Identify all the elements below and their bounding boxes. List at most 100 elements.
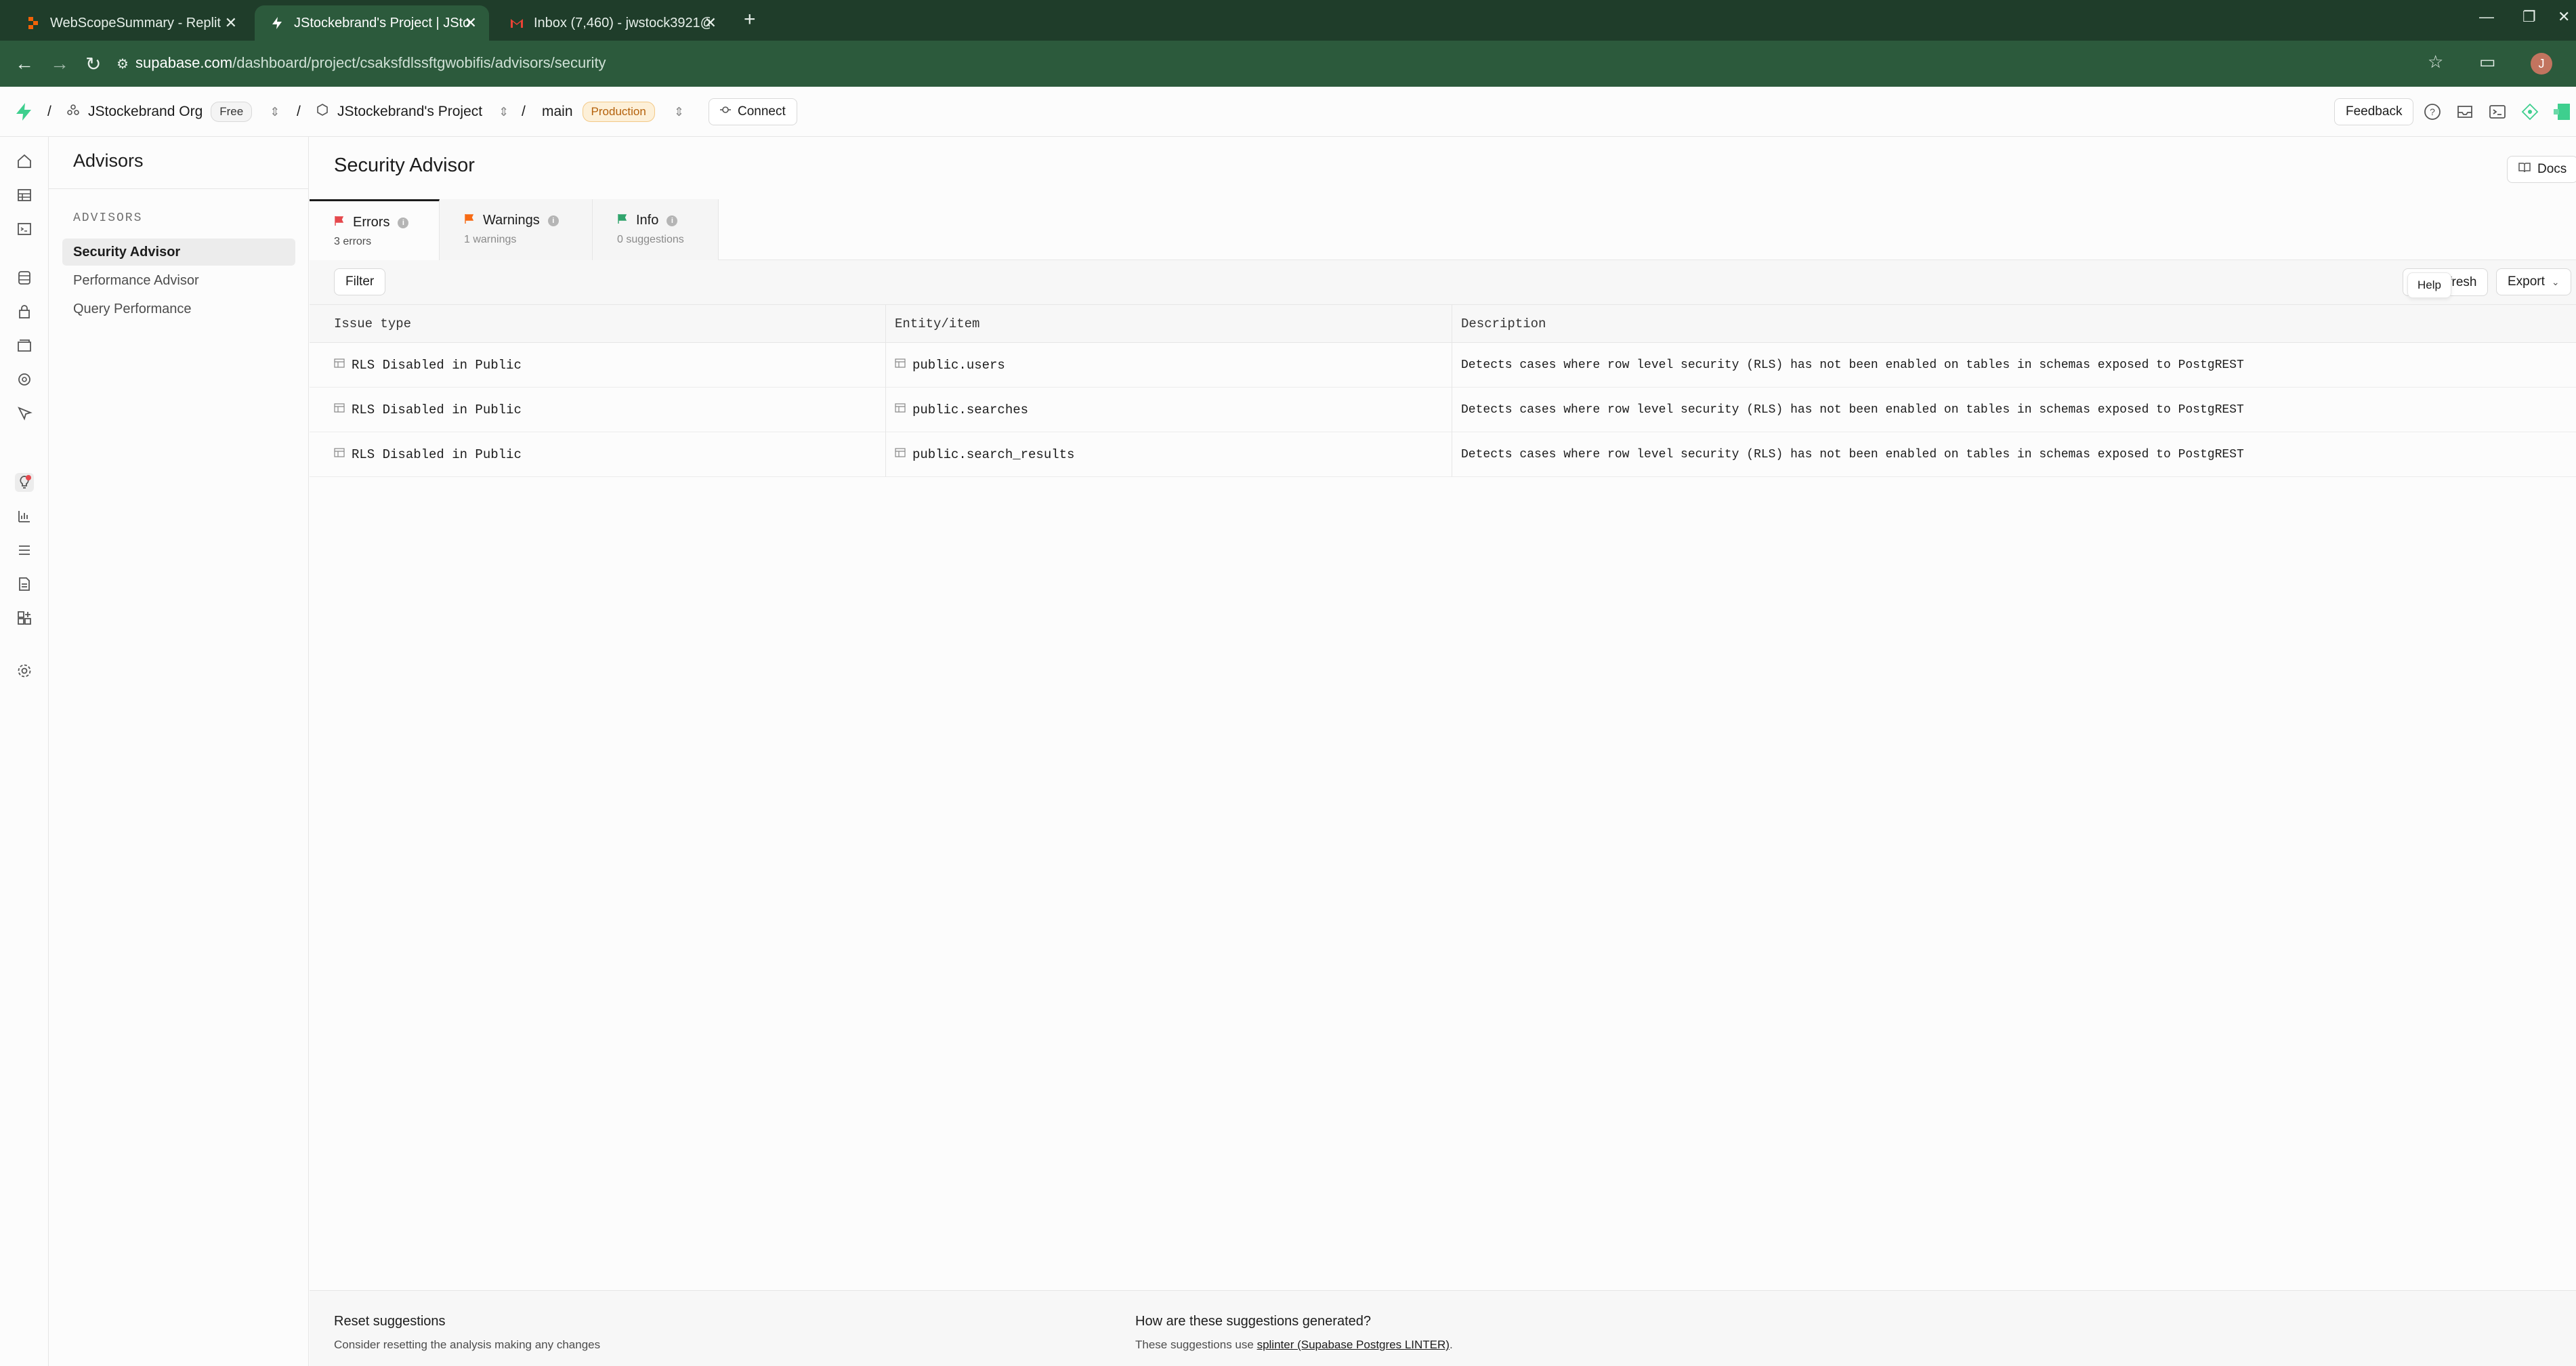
edge-functions-icon[interactable] bbox=[15, 370, 34, 389]
table-editor-icon[interactable] bbox=[15, 186, 34, 205]
branch-name: main bbox=[542, 104, 573, 119]
org-icon bbox=[66, 103, 80, 121]
minimize-icon[interactable]: — bbox=[2479, 8, 2494, 26]
api-docs-icon[interactable] bbox=[15, 575, 34, 594]
close-icon[interactable]: ✕ bbox=[704, 14, 717, 32]
browser-tab-title: Inbox (7,460) - jwstock3921@g bbox=[534, 15, 710, 30]
reload-icon[interactable]: ↻ bbox=[85, 53, 101, 75]
cast-icon[interactable]: ▭ bbox=[2479, 51, 2496, 73]
url-host: supabase.com bbox=[135, 54, 233, 71]
browser-tab-title: WebScopeSummary - Replit bbox=[50, 15, 221, 30]
org-name: JStockebrand Org bbox=[88, 104, 203, 119]
breadcrumb-separator: / bbox=[47, 104, 51, 119]
tab-errors[interactable]: Errors i 3 errors bbox=[310, 199, 440, 260]
inbox-icon[interactable] bbox=[2456, 87, 2474, 137]
close-icon[interactable]: ✕ bbox=[225, 14, 237, 32]
url-field[interactable]: supabase.com/dashboard/project/csaksfdls… bbox=[135, 54, 606, 72]
restore-icon[interactable]: ❐ bbox=[2522, 8, 2536, 26]
tab-label: Warnings bbox=[483, 213, 540, 228]
issue-description: Detects cases where row level security (… bbox=[1461, 358, 2244, 372]
sql-editor-icon[interactable] bbox=[15, 220, 34, 239]
forward-icon[interactable]: → bbox=[50, 53, 69, 75]
column-divider bbox=[885, 305, 886, 477]
logs-icon[interactable] bbox=[15, 541, 34, 560]
terminal-icon[interactable] bbox=[2489, 87, 2506, 137]
sidebar-item-performance-advisor[interactable]: Performance Advisor bbox=[62, 267, 295, 294]
storage-icon[interactable] bbox=[15, 336, 34, 355]
svg-text:?: ? bbox=[2430, 106, 2435, 117]
connect-wrapper: Connect bbox=[709, 87, 797, 137]
connect-label: Connect bbox=[738, 104, 786, 119]
project-name: JStockebrand's Project bbox=[337, 104, 483, 119]
lock-icon[interactable] bbox=[15, 302, 34, 321]
site-info-icon[interactable]: ⚙ bbox=[117, 56, 129, 73]
browser-tab-title: JStockebrand's Project | JStocke bbox=[294, 15, 470, 30]
info-icon[interactable]: i bbox=[398, 217, 409, 228]
extension-icon[interactable] bbox=[2554, 87, 2574, 137]
how-generated-suffix: . bbox=[1449, 1338, 1453, 1351]
table-icon bbox=[334, 358, 345, 373]
chevron-updown-icon[interactable]: ⇕ bbox=[674, 105, 684, 119]
docs-label: Docs bbox=[2537, 162, 2567, 176]
assistant-icon[interactable] bbox=[2521, 87, 2539, 137]
tab-label: Errors bbox=[353, 215, 390, 230]
advisors-icon[interactable] bbox=[15, 473, 34, 492]
back-icon[interactable]: ← bbox=[15, 53, 34, 75]
chevron-updown-icon[interactable]: ⇕ bbox=[270, 105, 280, 119]
docs-wrapper: Docs bbox=[2507, 156, 2576, 183]
window-close-icon[interactable]: ✕ bbox=[2558, 8, 2570, 26]
browser-tab-replit[interactable]: WebScopeSummary - Replit ✕ bbox=[11, 5, 249, 41]
new-tab-icon[interactable]: + bbox=[744, 8, 756, 31]
sidebar-item-query-performance[interactable]: Query Performance bbox=[62, 295, 295, 323]
integrations-icon[interactable] bbox=[15, 608, 34, 627]
main-content: Security Advisor Docs Errors i 3 errors … bbox=[310, 137, 2576, 1366]
url-path: /dashboard/project/csaksfdlssftgwobifis/… bbox=[232, 54, 606, 71]
tab-count: 1 warnings bbox=[464, 234, 517, 245]
reports-icon[interactable] bbox=[15, 507, 34, 526]
table-row[interactable]: RLS Disabled in Public public.users Dete… bbox=[310, 343, 2576, 388]
table-row[interactable]: RLS Disabled in Public public.search_res… bbox=[310, 432, 2576, 477]
tab-label: Info bbox=[636, 213, 659, 228]
chevron-updown-icon[interactable]: ⇕ bbox=[499, 105, 509, 119]
supabase-logo-icon[interactable] bbox=[15, 87, 33, 137]
export-button[interactable]: Export ⌄ bbox=[2496, 268, 2571, 295]
splinter-link[interactable]: splinter (Supabase Postgres LINTER) bbox=[1257, 1338, 1450, 1351]
table-toolbar: Filter ↻ Refresh Export ⌄ bbox=[310, 260, 2576, 305]
column-header-description[interactable]: Description bbox=[1461, 305, 1546, 343]
feedback-button[interactable]: Feedback bbox=[2334, 98, 2414, 125]
environment-badge: Production bbox=[582, 102, 655, 122]
flag-icon bbox=[334, 215, 345, 230]
project-selector[interactable]: JStockebrand's Project ⇕ bbox=[316, 87, 509, 137]
filter-button[interactable]: Filter bbox=[334, 268, 386, 295]
issue-description: Detects cases where row level security (… bbox=[1461, 448, 2244, 461]
replit-icon bbox=[26, 16, 41, 30]
bookmark-star-icon[interactable]: ☆ bbox=[2428, 51, 2443, 73]
home-icon[interactable] bbox=[15, 152, 34, 171]
help-icon[interactable]: ? bbox=[2424, 87, 2441, 137]
column-header-issue-type[interactable]: Issue type bbox=[334, 305, 411, 343]
table-row[interactable]: RLS Disabled in Public public.searches D… bbox=[310, 388, 2576, 432]
docs-button[interactable]: Docs bbox=[2507, 156, 2576, 183]
realtime-icon[interactable] bbox=[15, 404, 34, 423]
nav-rail bbox=[0, 137, 49, 1366]
chevron-down-icon: ⌄ bbox=[2551, 276, 2560, 287]
project-icon bbox=[316, 103, 329, 121]
profile-avatar[interactable]: J bbox=[2531, 53, 2552, 75]
close-icon[interactable]: ✕ bbox=[465, 14, 477, 32]
how-generated-prefix: These suggestions use bbox=[1135, 1338, 1257, 1351]
column-header-entity[interactable]: Entity/item bbox=[895, 305, 979, 343]
database-icon[interactable] bbox=[15, 268, 34, 287]
connect-button[interactable]: Connect bbox=[709, 98, 797, 125]
tab-info[interactable]: Info i 0 suggestions bbox=[593, 199, 719, 260]
browser-tab-gmail[interactable]: Inbox (7,460) - jwstock3921@g ✕ bbox=[494, 5, 729, 41]
sidebar-section-heading: ADVISORS bbox=[73, 211, 143, 225]
branch-selector[interactable]: main Production ⇕ bbox=[542, 87, 684, 137]
org-selector[interactable]: JStockebrand Org Free ⇕ bbox=[66, 87, 280, 137]
tab-warnings[interactable]: Warnings i 1 warnings bbox=[440, 199, 593, 260]
browser-tab-supabase[interactable]: JStockebrand's Project | JStocke ✕ bbox=[255, 5, 489, 41]
info-icon[interactable]: i bbox=[667, 215, 678, 226]
sidebar-item-security-advisor[interactable]: Security Advisor bbox=[62, 239, 295, 266]
info-icon[interactable]: i bbox=[547, 215, 559, 226]
settings-icon[interactable] bbox=[15, 661, 34, 680]
book-icon bbox=[2518, 162, 2531, 177]
